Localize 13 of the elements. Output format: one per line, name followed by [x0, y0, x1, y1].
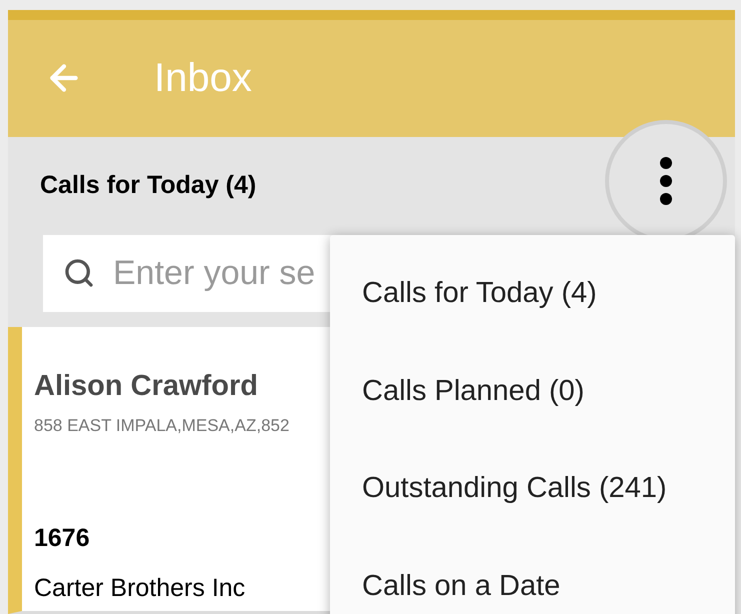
menu-item[interactable]: Calls for Today (4)	[330, 245, 735, 342]
menu-item[interactable]: Calls on a Date	[330, 538, 735, 614]
menu-item[interactable]: Calls Planned (0)	[330, 342, 735, 440]
company-name: Carter Brothers Inc	[34, 572, 246, 604]
list-title: Calls for Today (4)	[40, 170, 256, 201]
search-icon	[63, 257, 95, 290]
contact-name: Alison Crawford	[34, 369, 258, 404]
screen-title: Inbox	[154, 55, 252, 102]
contact-address: 858 EAST IMPALA,MESA,AZ,852	[34, 414, 290, 437]
more-vertical-icon	[659, 156, 673, 206]
account-number: 1676	[34, 523, 90, 554]
search-placeholder: Enter your se	[113, 252, 316, 294]
menu-item[interactable]: Outstanding Calls (241)	[330, 440, 735, 538]
